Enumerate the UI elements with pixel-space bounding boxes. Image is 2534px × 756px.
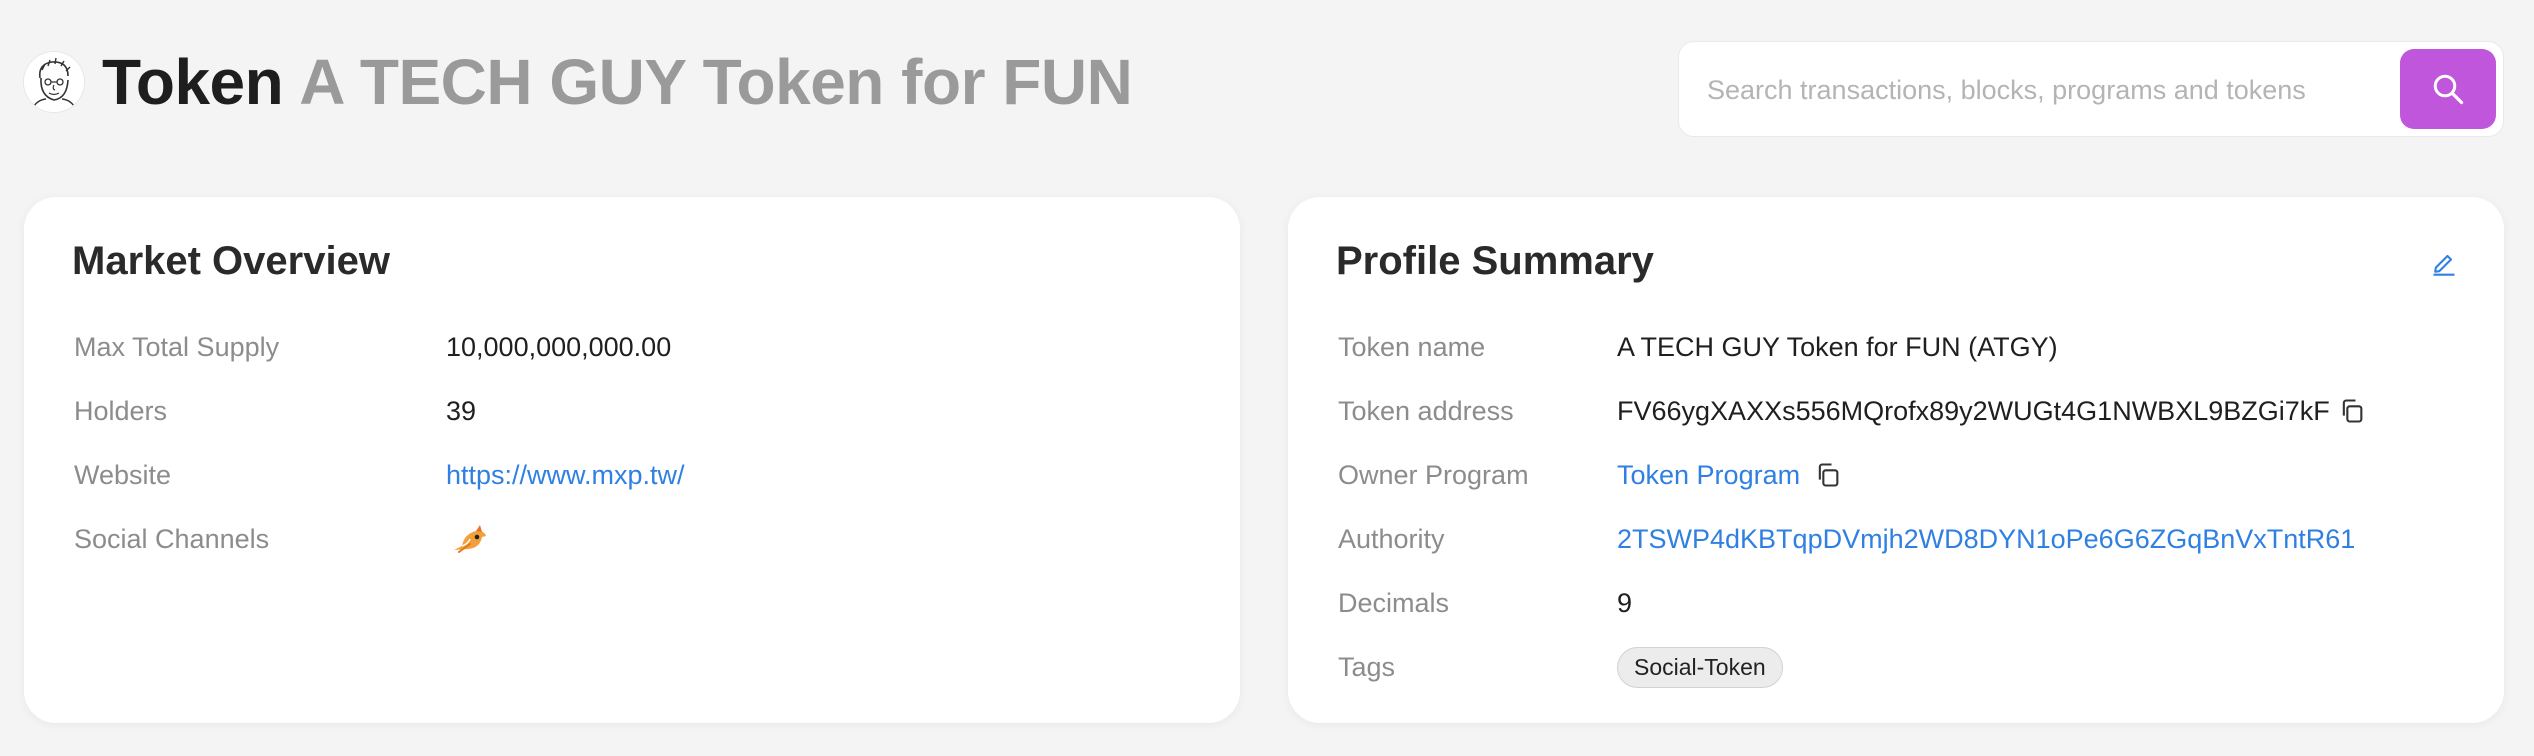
row-label: Token name bbox=[1338, 331, 1486, 362]
profile-summary-title: Profile Summary bbox=[1336, 239, 1654, 283]
row-label: Holders bbox=[74, 395, 168, 426]
row-label: Social Channels bbox=[74, 523, 270, 554]
avatar-sketch-icon bbox=[24, 52, 84, 112]
row-social-channels: Social Channels bbox=[74, 507, 685, 571]
row-label: Website bbox=[74, 459, 172, 490]
row-token-address: Token address FV66ygXAXXs556MQrofx89y2WU… bbox=[1338, 379, 2366, 443]
copy-token-address-button[interactable] bbox=[2338, 397, 2366, 425]
max-total-supply-value: 10,000,000,000.00 bbox=[446, 331, 672, 362]
bird-icon bbox=[454, 525, 486, 553]
decimals-value: 9 bbox=[1617, 587, 1633, 618]
edit-profile-button[interactable] bbox=[2430, 249, 2458, 277]
row-label: Authority bbox=[1338, 523, 1445, 554]
market-overview-title: Market Overview bbox=[72, 239, 390, 283]
page-title-label: Token bbox=[102, 46, 284, 118]
row-label: Decimals bbox=[1338, 587, 1450, 618]
token-name-heading: A TECH GUY Token for FUN bbox=[299, 46, 1133, 118]
row-token-name: Token name A TECH GUY Token for FUN (ATG… bbox=[1338, 315, 2366, 379]
holders-value: 39 bbox=[446, 395, 477, 426]
copy-icon bbox=[1818, 463, 1839, 487]
row-max-total-supply: Max Total Supply 10,000,000,000.00 bbox=[74, 315, 685, 379]
copy-icon bbox=[2342, 399, 2363, 423]
row-holders: Holders 39 bbox=[74, 379, 685, 443]
market-overview-card: Market Overview Max Total Supply 10,000,… bbox=[24, 197, 1240, 723]
row-decimals: Decimals 9 bbox=[1338, 571, 2366, 635]
search-input[interactable] bbox=[1707, 62, 2357, 118]
authority-link[interactable]: 2TSWP4dKBTqpDVmjh2WD8DYN1oPe6G6ZGqBnVxTn… bbox=[1617, 524, 2355, 555]
token-logo bbox=[24, 52, 84, 112]
search-button[interactable] bbox=[2400, 49, 2496, 129]
token-address-value: FV66ygXAXXs556MQrofx89y2WUGt4G1NWBXL9BZG… bbox=[1617, 395, 2330, 426]
row-tags: Tags Social-Token bbox=[1338, 635, 2366, 699]
row-label: Max Total Supply bbox=[74, 331, 280, 362]
copy-owner-program-button[interactable] bbox=[1814, 461, 1842, 489]
owner-program-link[interactable]: Token Program bbox=[1617, 460, 1800, 491]
token-name-value: A TECH GUY Token for FUN (ATGY) bbox=[1617, 331, 2058, 362]
row-authority: Authority 2TSWP4dKBTqpDVmjh2WD8DYN1oPe6G… bbox=[1338, 507, 2366, 571]
row-label: Token address bbox=[1338, 395, 1514, 426]
profile-summary-card: Profile Summary Token name A TECH GUY To… bbox=[1288, 197, 2504, 723]
tag-badge[interactable]: Social-Token bbox=[1617, 646, 1783, 688]
row-website: Website https://www.mxp.tw/ bbox=[74, 443, 685, 507]
row-label: Owner Program bbox=[1338, 459, 1529, 490]
pencil-icon bbox=[2433, 254, 2455, 276]
social-channel-link[interactable] bbox=[450, 522, 490, 556]
row-label: Tags bbox=[1338, 651, 1396, 682]
market-overview-list: Max Total Supply 10,000,000,000.00 Holde… bbox=[74, 315, 685, 571]
website-link[interactable]: https://www.mxp.tw/ bbox=[446, 460, 685, 491]
search-bar bbox=[1678, 41, 2504, 137]
profile-summary-list: Token name A TECH GUY Token for FUN (ATG… bbox=[1338, 315, 2366, 699]
row-owner-program: Owner Program Token Program bbox=[1338, 443, 2366, 507]
search-icon bbox=[2433, 74, 2464, 105]
page-title: Token A TECH GUY Token for FUN bbox=[102, 42, 1133, 122]
